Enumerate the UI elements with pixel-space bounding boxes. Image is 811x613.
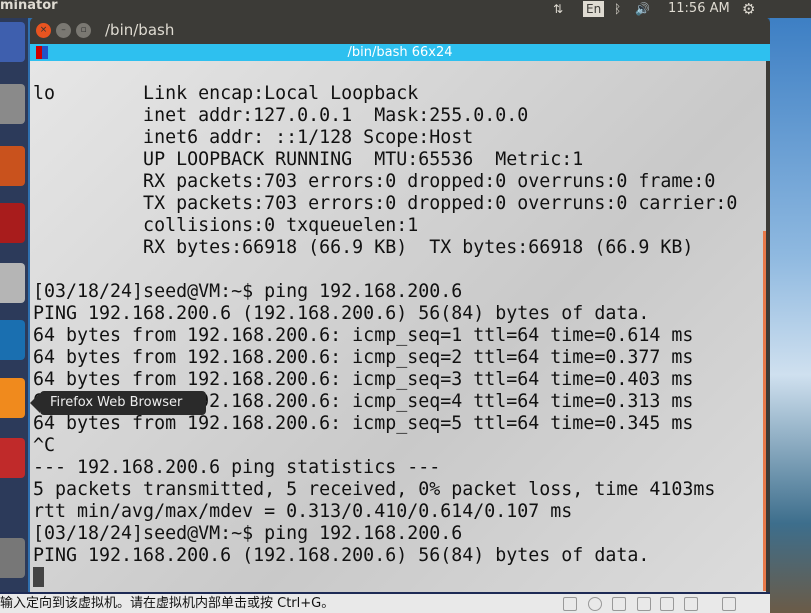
close-button[interactable]: ×: [36, 23, 51, 38]
cd-icon[interactable]: [588, 597, 602, 611]
network-icon[interactable]: ⇅: [553, 0, 563, 18]
hdd-icon[interactable]: [563, 597, 577, 611]
terminal-line: RX bytes:66918 (66.9 KB) TX bytes:66918 …: [33, 237, 694, 258]
launcher-tooltip: Firefox Web Browser: [30, 391, 206, 415]
settings-icon[interactable]: [0, 438, 25, 478]
terminal-line: 64 bytes from 192.168.200.6: icmp_seq=5 …: [33, 413, 694, 434]
keyboard-layout-indicator[interactable]: En: [583, 1, 605, 17]
terminal-line: RX packets:703 errors:0 dropped:0 overru…: [33, 171, 716, 192]
trash-icon[interactable]: [0, 538, 25, 578]
group-menu-icon[interactable]: [36, 46, 48, 59]
terminal-line: 5 packets transmitted, 5 received, 0% pa…: [33, 479, 716, 500]
printer-icon[interactable]: [637, 597, 651, 611]
desktop-background: [770, 18, 811, 613]
terminal-line: UP LOOPBACK RUNNING MTU:65536 Metric:1: [33, 149, 584, 170]
message-icon[interactable]: [722, 597, 736, 611]
gear-icon[interactable]: ⚙: [742, 0, 755, 18]
terminal-icon[interactable]: [0, 203, 25, 243]
terminal-title: /bin/bash 66x24: [347, 45, 453, 60]
terminal-line: [03/18/24]seed@VM:~$ ping 192.168.200.6: [33, 281, 463, 302]
terminal-line: inet6 addr: ::1/128 Scope:Host: [33, 127, 474, 148]
firefox-icon[interactable]: [0, 378, 25, 418]
volume-icon[interactable]: 🔊: [635, 0, 650, 18]
files-icon[interactable]: [0, 263, 25, 303]
clock[interactable]: 11:56 AM: [668, 0, 730, 18]
title-bar[interactable]: × – ▫ /bin/bash: [30, 17, 770, 44]
scrollbar[interactable]: [763, 231, 766, 591]
ubuntu-dash-icon[interactable]: [0, 22, 25, 62]
terminal-line: lo Link encap:Local Loopback: [33, 83, 419, 104]
text-editor-icon[interactable]: [0, 84, 25, 124]
cursor: [33, 567, 44, 587]
minimize-button[interactable]: –: [56, 23, 71, 38]
terminal-line: collisions:0 txqueuelen:1: [33, 215, 419, 236]
terminal-line: rtt min/avg/max/mdev = 0.313/0.410/0.614…: [33, 501, 573, 522]
maximize-button[interactable]: ▫: [76, 23, 91, 38]
terminal-line: --- 192.168.200.6 ping statistics ---: [33, 457, 441, 478]
terminal-line: 64 bytes from 192.168.200.6: icmp_seq=3 …: [33, 369, 694, 390]
top-panel: minator ⇅ En ᛒ 🔊 11:56 AM ⚙: [0, 0, 811, 18]
terminal-line: PING 192.168.200.6 (192.168.200.6) 56(84…: [33, 545, 650, 566]
terminal-line: ^C: [33, 435, 56, 456]
terminal-line: inet addr:127.0.0.1 Mask:255.0.0.0: [33, 105, 529, 126]
status-message: 输入定向到该虚拟机。请在虚拟机内部单击或按 Ctrl+G。: [0, 596, 335, 611]
terminal-line: [03/18/24]seed@VM:~$ ping 192.168.200.6: [33, 523, 463, 544]
wireshark-icon[interactable]: [0, 320, 25, 360]
usb-icon[interactable]: [684, 597, 698, 611]
terminal-output[interactable]: lo Link encap:Local Loopback inet addr:1…: [30, 61, 766, 593]
terminal-line: 64 bytes from 192.168.200.6: icmp_seq=2 …: [33, 347, 694, 368]
terminal-line: PING 192.168.200.6 (192.168.200.6) 56(84…: [33, 303, 650, 324]
terminator-titlebar: /bin/bash 66x24: [30, 44, 770, 61]
terminal-line: TX packets:703 errors:0 dropped:0 overru…: [33, 193, 738, 214]
bluetooth-icon[interactable]: ᛒ: [614, 0, 621, 18]
terminal-window: × – ▫ /bin/bash /bin/bash 66x24 lo Link …: [30, 17, 770, 593]
network-adapter-icon[interactable]: [612, 597, 626, 611]
sound-icon[interactable]: [660, 597, 674, 611]
app-name: minator: [0, 0, 58, 13]
launcher: [0, 18, 28, 592]
window-title: /bin/bash: [105, 21, 175, 39]
terminal-line: 64 bytes from 192.168.200.6: icmp_seq=1 …: [33, 325, 694, 346]
vm-status-bar: 输入定向到该虚拟机。请在虚拟机内部单击或按 Ctrl+G。: [0, 592, 770, 613]
app-icon[interactable]: [0, 146, 25, 186]
